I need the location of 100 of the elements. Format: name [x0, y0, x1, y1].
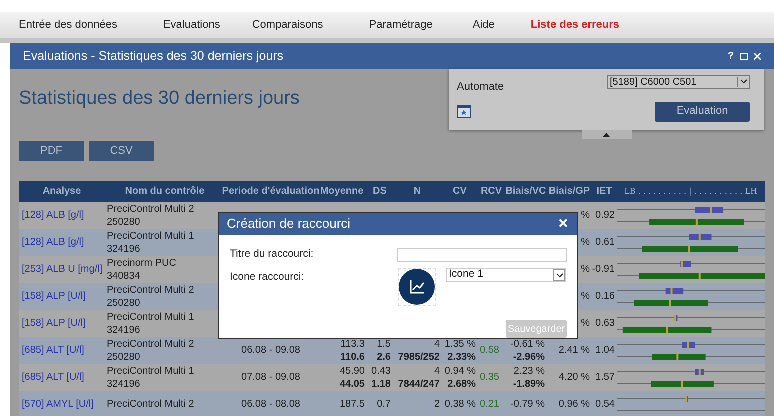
column-header[interactable]: Nom du contrôle: [125, 184, 205, 199]
table-cell-text: PreciControl Multi 2: [107, 284, 196, 296]
menu-item[interactable]: Aide: [472, 16, 495, 34]
table-cell: 0.63: [596, 317, 615, 330]
table-cell: 0.7: [377, 398, 391, 411]
table-cell: 1.18: [372, 378, 391, 390]
table-cell-text: 324196: [107, 242, 142, 256]
table-cell: -0.79 %: [510, 398, 545, 411]
menu-item[interactable]: Evaluations: [163, 16, 220, 34]
menu-item[interactable]: Comparaisons: [252, 16, 324, 34]
column-header[interactable]: N: [414, 184, 422, 199]
close-icon[interactable]: [754, 52, 761, 60]
table-cell: [685] ALT [U/l]: [21, 344, 84, 357]
column-header[interactable]: DS: [373, 184, 387, 199]
table-cell-text: PreciControl Multi 1: [107, 364, 196, 378]
window-title: Evaluations - Statistiques des 30 derniers jours: [23, 48, 284, 65]
column-header[interactable]: Biais/VC: [506, 184, 546, 199]
table-cell: 0.35: [480, 371, 500, 384]
table-cell: -0.61 %: [510, 338, 545, 350]
table-cell: 0.21: [480, 398, 500, 411]
table-cell: -2.96%: [513, 350, 545, 364]
close-button[interactable]: ✕: [558, 214, 569, 234]
table-cell: 0.61: [596, 236, 615, 249]
table-cell: 2.23 %: [514, 364, 545, 378]
table-cell: 4.20 %: [558, 371, 590, 384]
menu-item[interactable]: Entrée des données: [19, 16, 118, 34]
table-cell: 45.90: [340, 364, 365, 378]
table-cell: 0.96 %: [558, 398, 590, 411]
table-cell: [158] ALP [U/l]: [21, 317, 86, 330]
table-cell: %: [581, 209, 590, 222]
table-cell: [128] ALB [g/l]: [21, 209, 84, 222]
table-cell: [158] ALP [U/l]: [21, 290, 86, 303]
table-cell: 06.08 - 09.08: [242, 344, 300, 357]
column-header[interactable]: Analyse: [42, 184, 82, 199]
table-cell: %: [581, 317, 590, 330]
icon-select[interactable]: Icone 1: [446, 268, 566, 282]
title-input-field[interactable]: [397, 248, 567, 262]
table-cell-text: PreciControl Multi 2: [107, 202, 196, 216]
table-cell: %: [581, 263, 590, 276]
table-cell-text: PreciControl Multi 2: [107, 398, 196, 411]
export-button[interactable]: PDF: [19, 141, 84, 161]
table-cell: %: [581, 290, 590, 303]
table-cell: 1.35 %: [444, 338, 476, 350]
column-header[interactable]: Periode d'évaluation: [222, 184, 320, 199]
menu-item[interactable]: Liste des erreurs: [530, 16, 620, 34]
table-cell: 187.5: [340, 398, 365, 411]
help-button[interactable]: ?: [728, 48, 734, 64]
table-cell: 110.6: [340, 350, 365, 364]
column-header[interactable]: Biais/GP: [548, 184, 590, 199]
table-cell-text: PreciControl Multi 1: [107, 230, 196, 242]
maximize-icon[interactable]: [740, 52, 748, 60]
export-button[interactable]: CSV: [89, 141, 154, 161]
table-cell: 1.04: [596, 344, 615, 357]
automate-select[interactable]: [5189] C6000 C501: [607, 75, 750, 89]
table-cell: 113.3: [340, 338, 365, 350]
table-cell-text: 324196: [107, 378, 142, 390]
table-cell: 0.58: [480, 344, 500, 357]
table-cell: 4: [434, 338, 440, 350]
table-cell: 0.54: [596, 398, 615, 411]
table-cell: 7844/247: [398, 378, 440, 390]
field-label: Icone raccourci:: [230, 270, 306, 285]
table-cell: 0.94 %: [444, 364, 476, 378]
evaluation-button[interactable]: Evaluation: [655, 102, 750, 122]
automate-label: Automate: [457, 80, 504, 95]
collapse-tab[interactable]: [582, 130, 632, 139]
table-cell: 4: [434, 364, 440, 378]
column-header[interactable]: CV: [453, 184, 467, 199]
collapse-arrow-icon: [603, 132, 610, 136]
column-header[interactable]: RCV: [480, 184, 502, 199]
table-cell: 1.5: [377, 338, 391, 350]
column-header[interactable]: IET: [596, 184, 612, 199]
table-cell: 2.6: [377, 350, 391, 364]
dialog-title: Création de raccourci: [227, 215, 351, 234]
table-cell: 2.68%: [448, 378, 476, 390]
table-cell: -1.89%: [513, 378, 545, 390]
table-cell-text: 324196: [107, 324, 142, 336]
table-cell: 7985/252: [398, 350, 440, 364]
column-header[interactable]: Moyenne: [320, 184, 364, 199]
table-cell-text: 250280: [107, 216, 142, 228]
table-cell: -0.91: [592, 263, 615, 276]
table-cell: 0.16: [596, 290, 615, 303]
table-cell-text: 250280: [107, 350, 142, 364]
table-cell: 2.41 %: [558, 344, 590, 357]
table-cell: 0.92: [596, 209, 615, 222]
table-cell: 1.57: [596, 371, 615, 384]
field-label: Titre du raccourci:: [230, 247, 315, 262]
table-cell-text: Precinorm PUC: [107, 256, 178, 270]
dropdown-caret-icon: [553, 269, 565, 281]
dropdown-caret-icon: [737, 77, 749, 87]
page-heading: Statistiques des 30 derniers jours: [19, 87, 300, 109]
table-cell: [253] ALB U [mg/l]: [21, 263, 103, 276]
menu-item[interactable]: Paramétrage: [369, 16, 433, 34]
table-cell: 2: [434, 398, 440, 411]
table-cell: 0.43: [372, 364, 391, 378]
table-cell-text: 250280: [107, 296, 142, 310]
table-cell: %: [581, 236, 590, 249]
table-cell: 06.08 - 08.08: [242, 398, 300, 411]
column-header[interactable]: LB . . . . . . . . . . | . . . . . . . . . . LH: [624, 186, 758, 198]
table-cell: 44.05: [340, 378, 365, 390]
table-cell: 07.08 - 09.08: [242, 371, 300, 384]
